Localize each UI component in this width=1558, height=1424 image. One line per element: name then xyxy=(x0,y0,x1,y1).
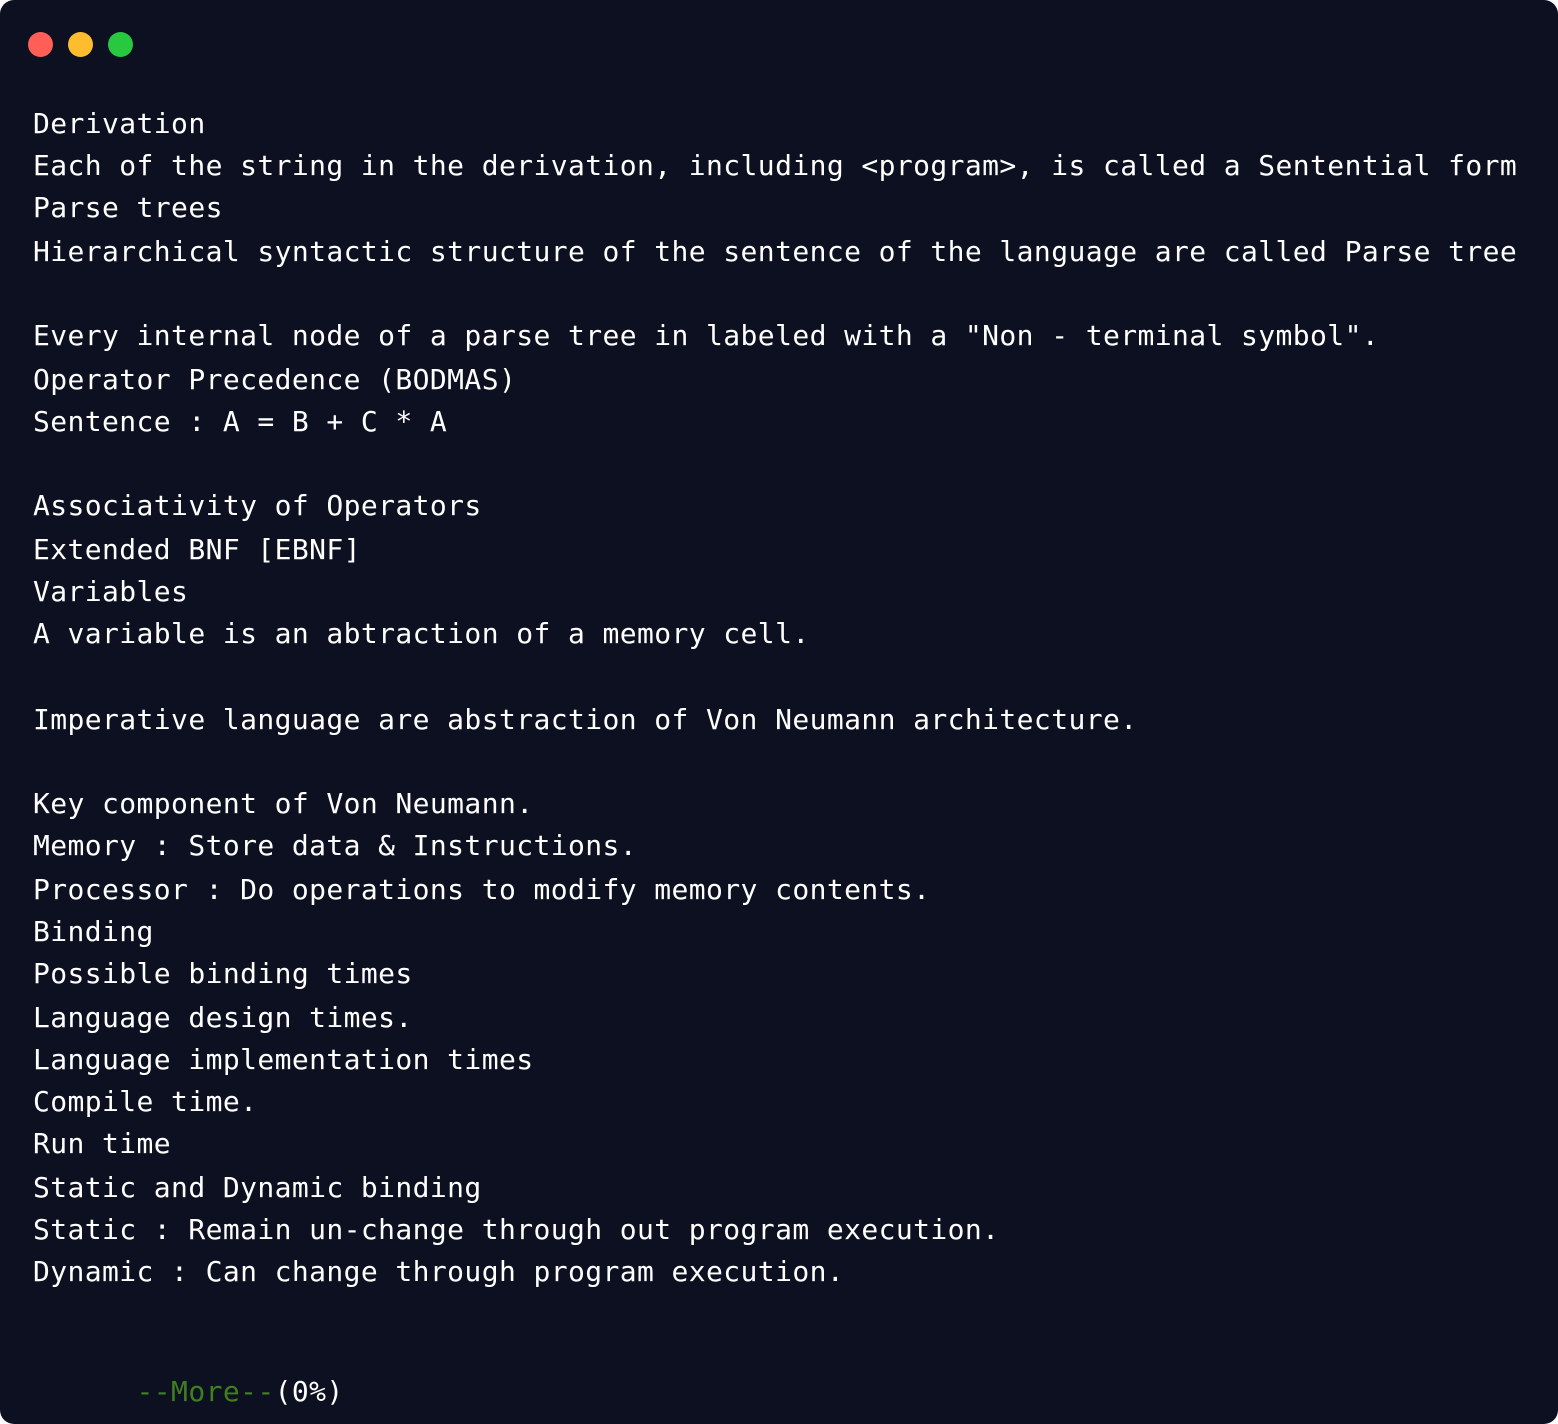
terminal-line: Derivation xyxy=(33,107,206,140)
terminal-line: Language design times. xyxy=(33,1001,413,1034)
terminal-line: Key component of Von Neumann. xyxy=(33,787,534,820)
terminal-line: Binding xyxy=(33,915,154,948)
pager-prompt[interactable]: --More--(0%) xyxy=(33,1341,344,1408)
terminal-line: Extended BNF [EBNF] xyxy=(33,533,361,566)
pager-percent: (0%) xyxy=(274,1375,344,1408)
terminal-line: Static : Remain un-change through out pr… xyxy=(33,1213,1000,1246)
terminal-line: Each of the string in the derivation, in… xyxy=(33,149,1518,182)
terminal-line: Run time xyxy=(33,1127,172,1160)
pager-more-tag: --More-- xyxy=(136,1375,275,1408)
terminal-line: Dynamic : Can change through program exe… xyxy=(33,1255,845,1288)
terminal-line: Hierarchical syntactic structure of the … xyxy=(33,235,1518,268)
terminal-output: Derivation Each of the string in the der… xyxy=(33,0,1538,1408)
terminal-line: Associativity of Operators xyxy=(33,489,482,522)
terminal-line: Compile time. xyxy=(33,1085,258,1118)
terminal-line: Possible binding times xyxy=(33,957,413,990)
terminal-line: Every internal node of a parse tree in l… xyxy=(33,319,1380,352)
terminal-line: Variables xyxy=(33,575,189,608)
terminal-line: Processor : Do operations to modify memo… xyxy=(33,873,931,906)
terminal-line: Parse trees xyxy=(33,191,223,224)
terminal-line: Imperative language are abstraction of V… xyxy=(33,703,1138,736)
terminal-window: Derivation Each of the string in the der… xyxy=(0,0,1558,1424)
terminal-line: Static and Dynamic binding xyxy=(33,1171,482,1204)
terminal-line: A variable is an abtraction of a memory … xyxy=(33,617,810,650)
terminal-line: Memory : Store data & Instructions. xyxy=(33,829,638,862)
terminal-line: Language implementation times xyxy=(33,1043,534,1076)
terminal-line: Sentence : A = B + C * A xyxy=(33,405,448,438)
terminal-line: Operator Precedence (BODMAS) xyxy=(33,363,517,396)
